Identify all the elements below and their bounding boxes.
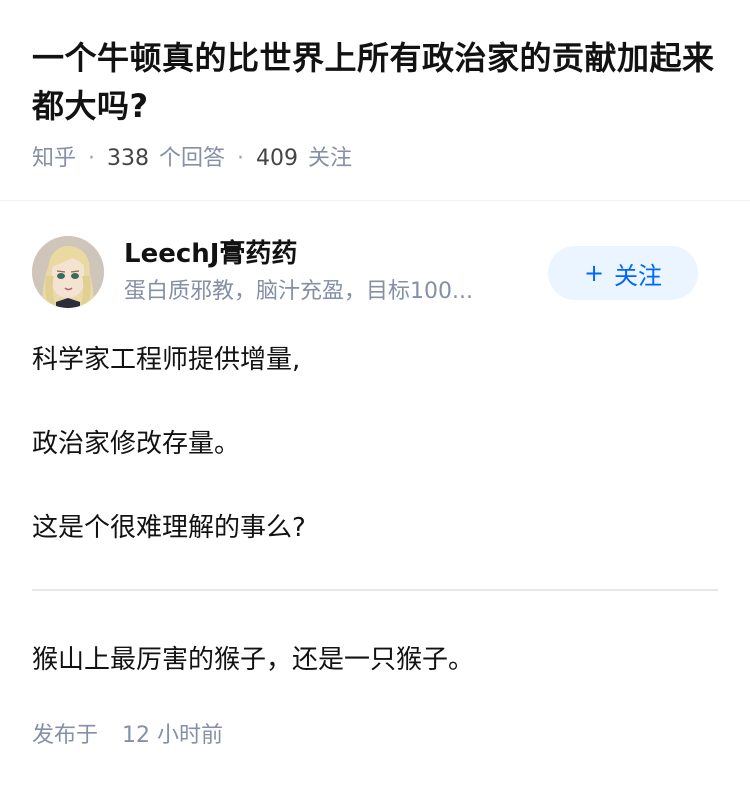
meta-separator: · xyxy=(237,146,245,171)
author-bio: 蛋白质邪教，脑汁充盈，目标100... xyxy=(124,279,473,304)
answer-paragraph: 猴山上最厉害的猴子，还是一只猴子。 xyxy=(32,645,475,675)
follow-button-label: 关注 xyxy=(614,261,663,290)
question-meta: 知乎 · 338 个回答 · 409 关注 xyxy=(32,144,722,174)
plus-icon: + xyxy=(583,259,605,287)
author-card: LeechJ膏药药 蛋白质邪教，脑汁充盈，目标100... + 关注 xyxy=(32,234,718,310)
avatar[interactable] xyxy=(32,236,104,308)
answer-paragraph: 科学家工程师提供增量, xyxy=(32,345,301,375)
publish-info: 发布于 12 小时前 xyxy=(32,720,223,752)
follow-button[interactable]: + 关注 xyxy=(548,246,698,300)
follower-count-label: 关注 xyxy=(308,146,353,171)
author-name[interactable]: LeechJ膏药药 xyxy=(124,236,297,272)
answer-paragraph: 这是个很难理解的事么? xyxy=(32,513,306,543)
meta-separator: · xyxy=(88,146,96,171)
publish-prefix: 发布于 xyxy=(32,723,99,748)
answer-count-label: 个回答 xyxy=(159,146,226,171)
content-divider xyxy=(32,589,718,591)
answer-paragraph: 政治家修改存量。 xyxy=(32,429,241,459)
follower-count: 409 xyxy=(256,146,299,171)
source-label[interactable]: 知乎 xyxy=(32,144,76,174)
answer-count: 338 xyxy=(107,146,150,171)
anime-avatar-icon xyxy=(32,236,104,308)
header-divider xyxy=(0,200,750,201)
publish-time: 12 小时前 xyxy=(122,723,224,748)
question-title[interactable]: 一个牛顿真的比世界上所有政治家的贡献加起来都大吗? xyxy=(32,34,722,130)
question-header: 一个牛顿真的比世界上所有政治家的贡献加起来都大吗? 知乎 · 338 个回答 ·… xyxy=(32,34,722,174)
